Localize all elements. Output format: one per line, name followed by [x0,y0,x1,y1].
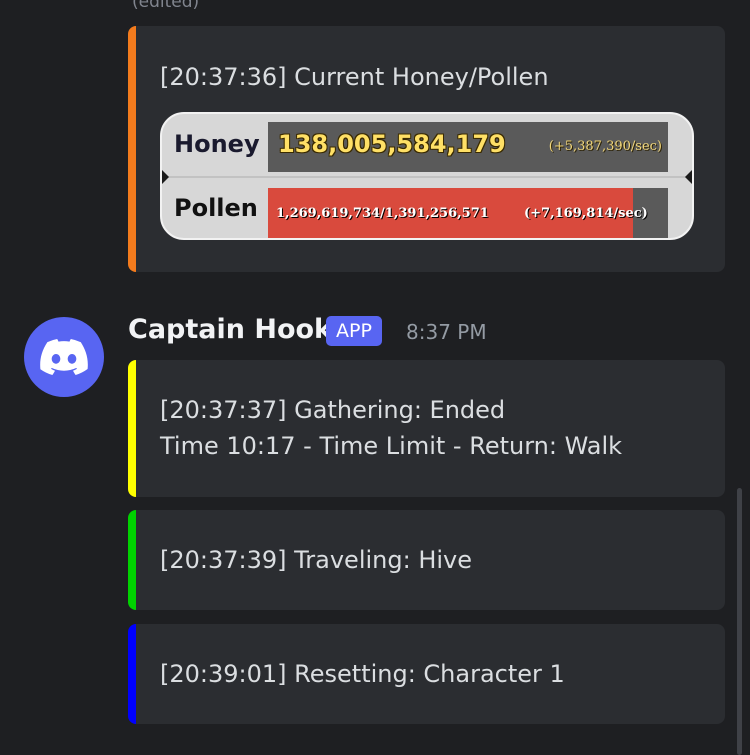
pollen-bar: 1,269,619,734/1,391,256,571 (+7,169,814/… [268,188,668,238]
discord-logo-icon [40,339,88,375]
avatar[interactable] [24,317,104,397]
honey-pollen-image[interactable]: Honey 138,005,584,179 (+5,387,390/sec) P… [160,112,694,240]
honey-bar: 138,005,584,179 (+5,387,390/sec) [268,122,668,172]
honey-row: Honey 138,005,584,179 (+5,387,390/sec) [162,116,692,176]
embed-honey-pollen: [20:37:36] Current Honey/Pollen Honey 13… [128,26,725,272]
edited-label: (edited) [132,0,200,12]
pollen-label: Pollen [174,194,258,222]
pollen-amount: 1,269,619,734/1,391,256,571 [276,206,489,221]
embed-line-2: Time 10:17 - Time Limit - Return: Walk [160,432,623,460]
author-name[interactable]: Captain Hook [128,314,332,345]
embed-line-1: [20:39:01] Resetting: Character 1 [160,660,565,688]
embed-text: [20:37:36] Current Honey/Pollen [160,63,549,91]
pollen-rate: (+7,169,814/sec) [524,206,648,221]
embed-line-1: [20:37:39] Traveling: Hive [160,546,472,574]
honey-label: Honey [174,130,260,158]
honey-amount: 138,005,584,179 [278,130,506,158]
widget-divider [162,176,692,178]
message-timestamp[interactable]: 8:37 PM [406,320,487,344]
embed-gathering: [20:37:37] Gathering: Ended Time 10:17 -… [128,360,725,497]
embed-resetting: [20:39:01] Resetting: Character 1 [128,624,725,724]
embed-line-1: [20:37:37] Gathering: Ended [160,396,506,424]
honey-rate: (+5,387,390/sec) [548,139,662,154]
pollen-row: Pollen 1,269,619,734/1,391,256,571 (+7,1… [162,180,692,238]
scrollbar[interactable] [737,488,742,755]
app-badge: APP [326,316,382,346]
chat-view: (edited) [20:37:36] Current Honey/Pollen… [0,0,750,755]
embed-traveling: [20:37:39] Traveling: Hive [128,510,725,610]
